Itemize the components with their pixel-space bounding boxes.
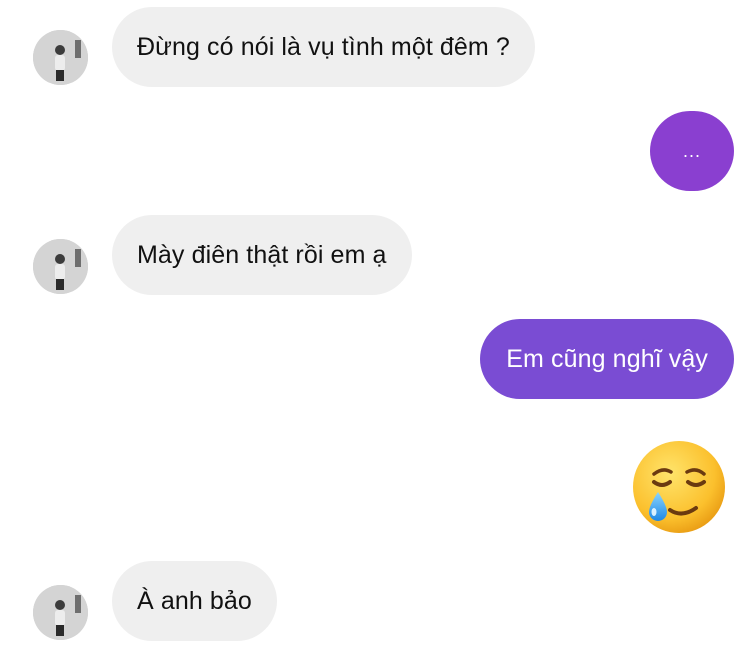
message-text: Mày điên thật rồi em ạ [137,240,387,269]
contact-avatar[interactable] [33,239,88,294]
smiling-face-with-tear-icon[interactable] [632,440,726,534]
incoming-message-bubble[interactable]: Đừng có nói là vụ tình một đêm ? [112,7,535,87]
outgoing-message-bubble[interactable]: Em cũng nghĩ vậy [480,319,734,399]
message-row: À anh bảo [0,561,750,641]
person-photo-icon [33,239,88,294]
outgoing-message-bubble[interactable]: ... [650,111,734,191]
message-text: ... [682,140,701,161]
contact-avatar[interactable] [33,30,88,85]
contact-avatar[interactable] [33,585,88,640]
message-text: À anh bảo [137,586,252,615]
message-text: Đừng có nói là vụ tình một đêm ? [137,32,510,61]
person-photo-icon [33,30,88,85]
message-row: Mày điên thật rồi em ạ [0,215,750,295]
incoming-message-bubble[interactable]: À anh bảo [112,561,277,641]
person-photo-icon [33,585,88,640]
message-row: Đừng có nói là vụ tình một đêm ? [0,7,750,87]
message-text: Em cũng nghĩ vậy [506,344,708,373]
incoming-message-bubble[interactable]: Mày điên thật rồi em ạ [112,215,412,295]
message-row [0,440,750,534]
message-row: Em cũng nghĩ vậy [0,319,750,399]
message-row: ... [0,111,750,191]
